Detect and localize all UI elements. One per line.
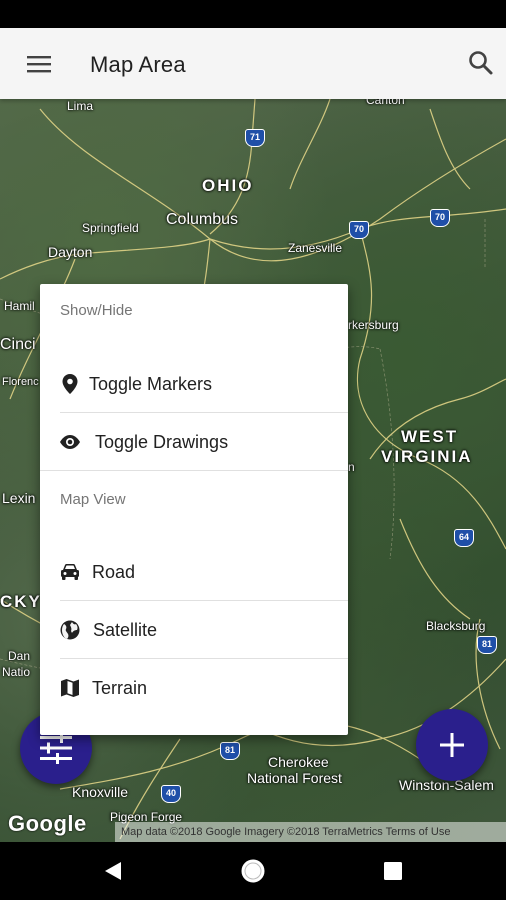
map-label-cherokee: Cherokee [268, 754, 329, 770]
map-label-parkersburg: rkersburg [348, 318, 399, 332]
google-logo: Google [8, 811, 87, 836]
app-bar: Map Area [0, 28, 506, 99]
map-label-national: Natio [2, 665, 31, 679]
map-label-zanesville: Zanesville [288, 241, 343, 255]
menu-item-satellite[interactable]: Satellite [40, 601, 348, 659]
map-label-columbus: Columbus [166, 211, 239, 228]
map-label-kentucky: CKY [0, 592, 42, 611]
section-header-show-hide: Show/Hide [60, 302, 133, 319]
map-attribution[interactable]: Map data ©2018 Google Imagery ©2018 Terr… [115, 822, 506, 842]
divider [40, 470, 348, 471]
map-label-florence: Florenc [2, 376, 39, 388]
search-icon [469, 51, 493, 75]
map-label-dayton: Dayton [48, 244, 93, 260]
page-title: Map Area [90, 52, 186, 77]
tune-icon [40, 732, 72, 764]
map-label-ohio: OHIO [202, 176, 254, 195]
map-label-blacksburg: Blacksburg [426, 619, 486, 633]
menu-item-label: Terrain [92, 678, 148, 698]
menu-item-toggle-markers[interactable]: Toggle Markers [40, 355, 348, 413]
home-circle-icon [241, 859, 265, 883]
map-label-hamilton: Hamil [4, 299, 35, 313]
eye-icon [58, 430, 82, 454]
map-options-popup: Show/Hide Toggle Markers Toggle Drawings… [40, 284, 348, 735]
map-label-lima: Lima [67, 99, 94, 113]
system-nav-bar [0, 842, 506, 900]
map-label-virginia: VIRGINIA [381, 447, 473, 466]
menu-item-terrain[interactable]: Terrain [40, 659, 348, 717]
section-header-map-view: Map View [60, 491, 126, 508]
plus-icon [440, 733, 464, 757]
map-label-national-forest: National Forest [247, 770, 342, 786]
highway-shield-81: 81 [477, 636, 497, 654]
map-label-danville: Dan [8, 649, 31, 663]
back-triangle-icon [105, 862, 121, 880]
search-button[interactable] [462, 44, 500, 82]
nav-back-button[interactable] [98, 856, 128, 886]
map-label-knoxville: Knoxville [72, 784, 129, 800]
map-icon [58, 676, 82, 700]
menu-button[interactable] [20, 46, 58, 82]
menu-item-road[interactable]: Road [40, 543, 348, 601]
map-label-charleston: n [348, 460, 355, 474]
status-bar [0, 0, 506, 28]
globe-icon [58, 618, 82, 642]
nav-recents-button[interactable] [378, 856, 408, 886]
menu-item-label: Satellite [93, 620, 158, 640]
map-label-canton: Canton [366, 99, 405, 107]
highway-shield-81-south: 81 [220, 742, 240, 760]
nav-home-button[interactable] [238, 856, 268, 886]
location-pin-icon [58, 372, 82, 396]
highway-shield-71: 71 [245, 129, 265, 147]
highway-shield-70: 70 [349, 221, 369, 239]
menu-item-label: Road [92, 562, 136, 582]
map-label-west: WEST [401, 427, 459, 446]
add-fab-button[interactable] [416, 709, 488, 781]
menu-item-toggle-drawings[interactable]: Toggle Drawings [40, 413, 348, 471]
car-icon [58, 560, 82, 584]
highway-shield-64: 64 [454, 529, 474, 547]
menu-item-label: Toggle Drawings [95, 432, 229, 452]
map-label-lexington: Lexin [2, 490, 36, 506]
map-label-springfield: Springfield [82, 221, 139, 235]
map-label-cincinnati: Cinci [0, 336, 36, 353]
menu-item-label: Toggle Markers [89, 374, 213, 394]
highway-shield-40: 40 [161, 785, 181, 803]
recents-square-icon [384, 862, 402, 880]
highway-shield-70-east: 70 [430, 209, 450, 227]
menu-icon [27, 56, 51, 73]
